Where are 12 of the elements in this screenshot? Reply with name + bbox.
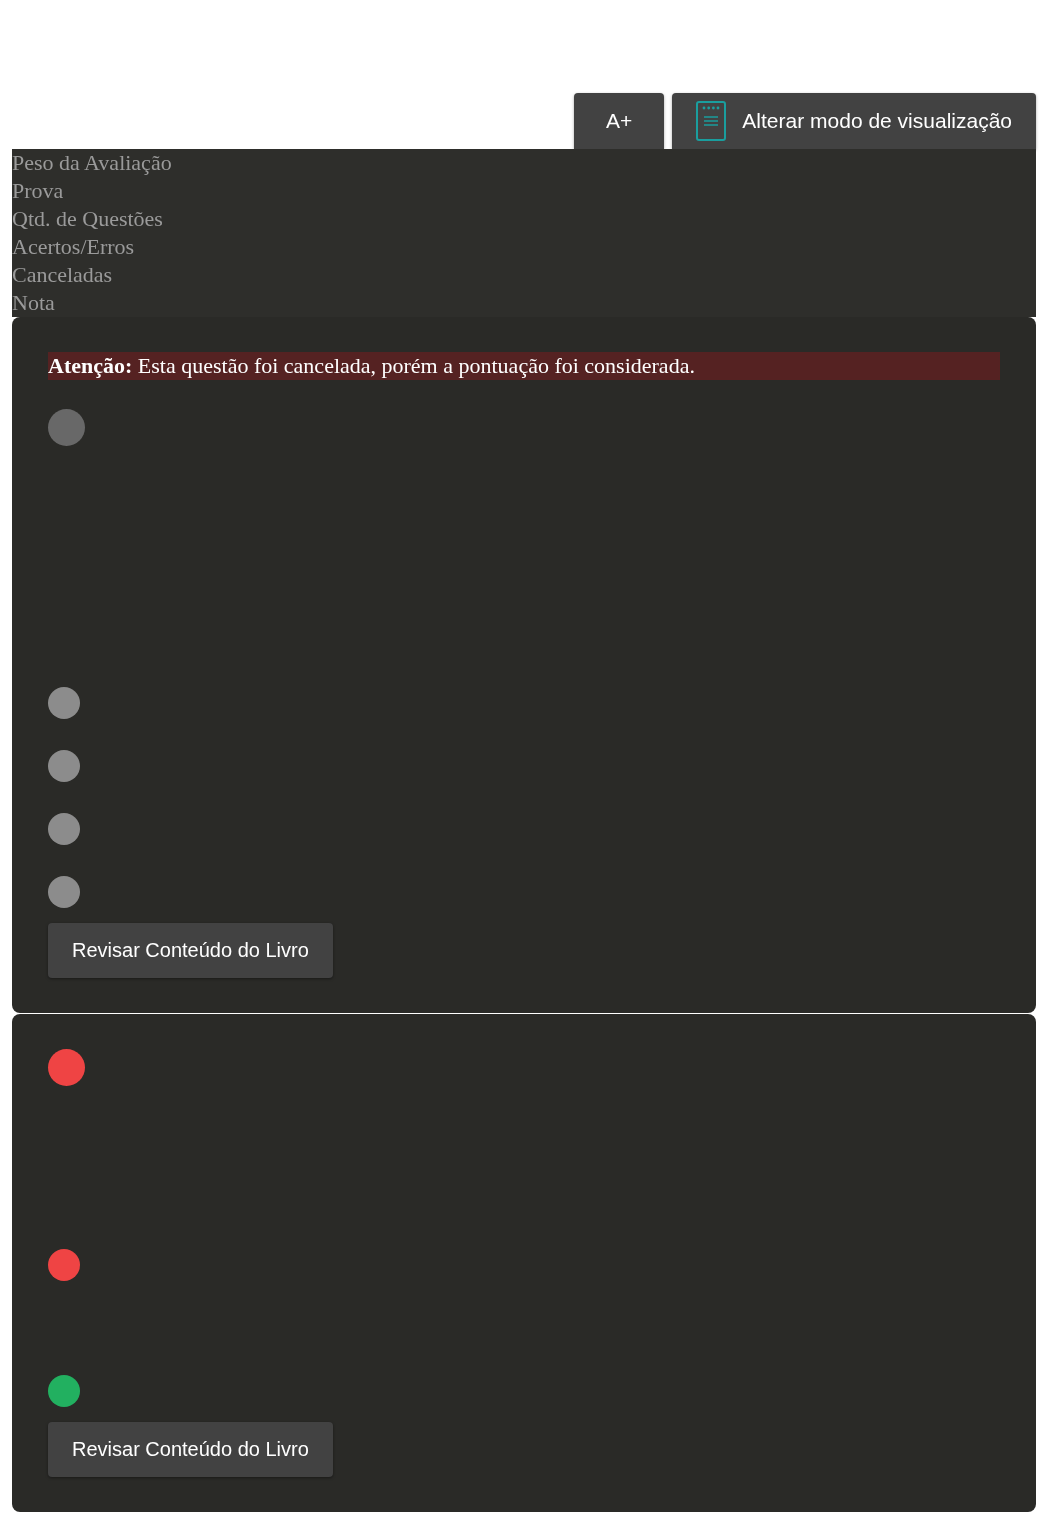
- review-book-button[interactable]: Revisar Conteúdo do Livro: [48, 923, 333, 978]
- review-book-button[interactable]: Revisar Conteúdo do Livro: [48, 1422, 333, 1477]
- summary-label: Prova: [12, 177, 64, 205]
- summary-label: Qtd. de Questões: [12, 205, 163, 233]
- font-size-button[interactable]: A+: [574, 93, 665, 149]
- summary-label: Nota: [12, 289, 55, 317]
- cancelled-notice: Atenção: Esta questão foi cancelada, porém a pontuação foi considerada.: [48, 352, 1000, 380]
- summary-label: Acertos/Erros: [12, 233, 135, 261]
- summary-label: Peso da Avaliação: [12, 149, 172, 177]
- view-mode-button[interactable]: Alterar modo de visualização: [672, 93, 1036, 149]
- summary-label: Canceladas: [12, 261, 113, 289]
- document-icon: [696, 101, 727, 141]
